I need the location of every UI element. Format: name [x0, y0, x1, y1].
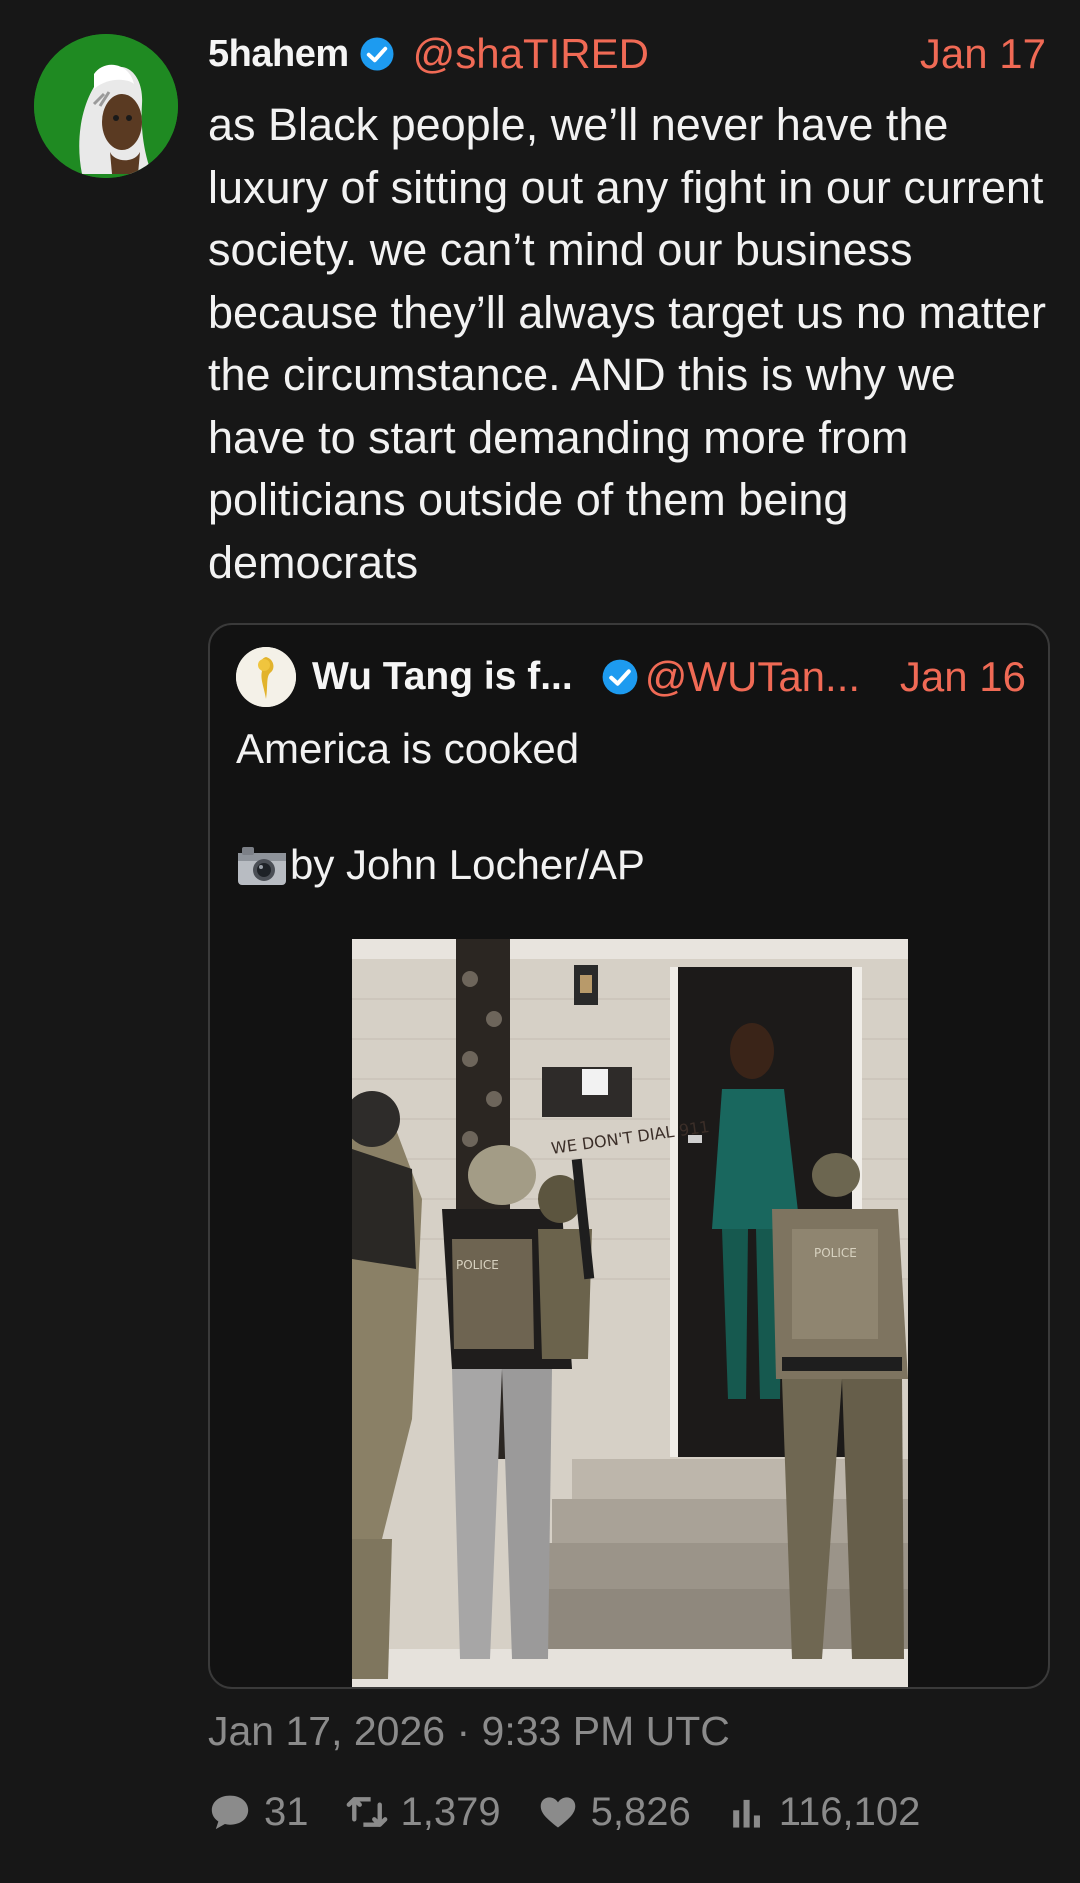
views-count: 116,102: [778, 1789, 921, 1834]
author-handle[interactable]: @shaTIRED: [413, 30, 649, 78]
like-icon: [540, 1797, 575, 1828]
quoted-tweet-photo[interactable]: WE DON'T DIAL 911 POLICE POLICE: [352, 939, 908, 1687]
reply-icon: [211, 1795, 249, 1830]
quoted-author-avatar[interactable]: [236, 647, 296, 707]
views-stat[interactable]: 116,102: [727, 1789, 921, 1835]
tweet-text: as Black people, we’ll never have the lu…: [208, 99, 1046, 588]
quoted-author-name[interactable]: Wu Tang is f...: [312, 655, 573, 699]
author-avatar[interactable]: [34, 34, 178, 178]
vest-label-right: POLICE: [814, 1246, 857, 1260]
quoted-tweet-date[interactable]: Jan 16: [900, 653, 1026, 701]
tweet-timestamp[interactable]: Jan 17, 2026 · 9:33 PM UTC: [208, 1708, 730, 1755]
like-count: 5,826: [590, 1789, 691, 1834]
vest-label-left: POLICE: [456, 1258, 499, 1272]
retweet-stat[interactable]: 1,379: [345, 1790, 501, 1835]
photo-credit-text: by John Locher/AP: [290, 841, 645, 888]
retweet-icon: [346, 1797, 387, 1827]
author-name[interactable]: 5hahem: [208, 33, 349, 76]
camera-icon: [238, 847, 286, 885]
quoted-author-handle[interactable]: @WUTan...: [645, 653, 860, 701]
quoted-avatar-image: [236, 647, 296, 707]
quoted-tweet-credit: by John Locher/AP: [236, 841, 645, 889]
avatar-image: [34, 34, 178, 178]
quoted-tweet-text: America is cooked: [236, 725, 580, 772]
verified-badge-icon: [602, 659, 638, 695]
like-stat[interactable]: 5,826: [537, 1790, 691, 1835]
retweet-count: 1,379: [400, 1789, 501, 1834]
tweet-stats-bar: 31 1,379 5,826 116,102: [208, 1786, 956, 1838]
tweet-header: 5hahem @shaTIRED Jan 17: [208, 28, 1046, 80]
photo-illustration: WE DON'T DIAL 911 POLICE POLICE: [352, 939, 908, 1687]
quoted-tweet-header: Wu Tang is f... @WUTan... Jan 16: [236, 645, 1026, 709]
views-icon: [732, 1799, 760, 1828]
reply-stat[interactable]: 31: [208, 1790, 309, 1835]
tweet-date[interactable]: Jan 17: [920, 30, 1046, 78]
reply-count: 31: [264, 1789, 309, 1834]
quoted-tweet-card[interactable]: Wu Tang is f... @WUTan... Jan 16 America…: [208, 623, 1050, 1689]
verified-badge-icon: [360, 37, 394, 71]
